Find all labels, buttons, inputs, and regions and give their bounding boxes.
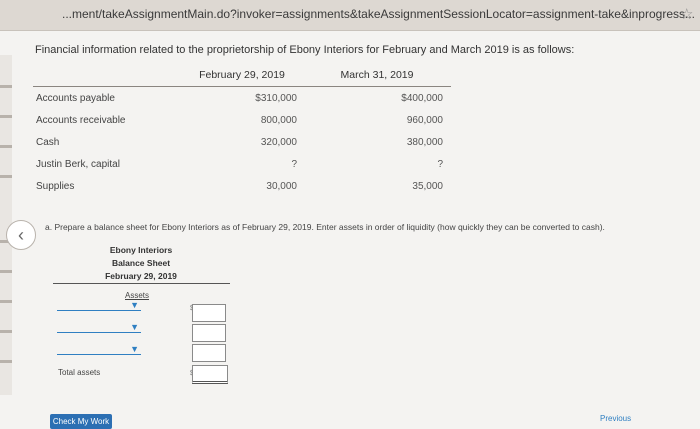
dropdown-arrow-icon: ▼ xyxy=(130,344,139,354)
bookmark-star-icon[interactable]: ☆ xyxy=(680,5,693,23)
total-assets-input[interactable] xyxy=(192,365,228,384)
row-label: Justin Berk, capital xyxy=(36,158,120,170)
dropdown-arrow-icon: ▼ xyxy=(130,300,139,310)
check-my-work-button[interactable]: Check My Work xyxy=(50,414,112,429)
rail-line xyxy=(0,85,12,88)
table-row: Accounts payable $310,000 $400,000 xyxy=(33,87,451,110)
assets-heading: Assets xyxy=(125,291,150,300)
mar-value: 960,000 xyxy=(406,114,443,126)
mar-value: ? xyxy=(437,158,443,170)
header-rule xyxy=(53,283,230,284)
rail-line xyxy=(0,330,12,333)
asset-dropdown-3[interactable]: ▼ xyxy=(57,344,141,355)
balance-sheet-company: Ebony Interiors xyxy=(109,245,173,255)
mar-value: 380,000 xyxy=(406,136,443,148)
chevron-left-icon: ‹ xyxy=(18,224,24,245)
mar-value: 35,000 xyxy=(412,180,443,192)
row-label: Supplies xyxy=(36,180,75,192)
feb-value: $310,000 xyxy=(255,92,297,104)
table-row: Cash 320,000 380,000 xyxy=(33,131,451,153)
question-text: a. Prepare a balance sheet for Ebony Int… xyxy=(45,222,605,232)
column-header-mar: March 31, 2019 xyxy=(303,64,451,87)
column-header-feb: February 29, 2019 xyxy=(181,64,303,87)
mar-value: $400,000 xyxy=(401,92,443,104)
browser-address-bar[interactable]: ...ment/takeAssignmentMain.do?invoker=as… xyxy=(0,0,700,31)
table-row: Justin Berk, capital ? ? xyxy=(33,153,451,175)
rail-line xyxy=(0,175,12,178)
feb-value: 30,000 xyxy=(266,180,297,192)
back-arrow-button[interactable]: ‹ xyxy=(6,220,36,250)
row-label: Accounts receivable xyxy=(36,114,126,126)
balance-sheet-title: Balance Sheet xyxy=(111,258,171,268)
total-assets-label: Total assets xyxy=(58,368,101,377)
feb-value: 800,000 xyxy=(260,114,297,126)
previous-button[interactable]: Previous xyxy=(600,414,631,423)
dropdown-arrow-icon: ▼ xyxy=(130,322,139,332)
intro-text: Financial information related to the pro… xyxy=(35,44,575,56)
financial-table: February 29, 2019 March 31, 2019 Account… xyxy=(33,64,451,197)
rail-line xyxy=(0,145,12,148)
asset-dropdown-1[interactable]: ▼ xyxy=(57,300,141,311)
row-label: Cash xyxy=(36,136,60,148)
row-label: Accounts payable xyxy=(36,92,115,104)
asset-amount-input-1[interactable] xyxy=(192,304,226,322)
asset-dropdown-2[interactable]: ▼ xyxy=(57,322,141,333)
rail-line xyxy=(0,300,12,303)
url-text[interactable]: ...ment/takeAssignmentMain.do?invoker=as… xyxy=(62,7,695,21)
rail-line xyxy=(0,115,12,118)
asset-amount-input-2[interactable] xyxy=(192,324,226,342)
rail-line xyxy=(0,360,12,363)
asset-amount-input-3[interactable] xyxy=(192,344,226,362)
rail-line xyxy=(0,270,12,273)
table-row: Supplies 30,000 35,000 xyxy=(33,175,451,197)
table-row: Accounts receivable 800,000 960,000 xyxy=(33,109,451,131)
balance-sheet-date: February 29, 2019 xyxy=(105,271,177,281)
feb-value: 320,000 xyxy=(260,136,297,148)
feb-value: ? xyxy=(291,158,297,170)
table-header-row: February 29, 2019 March 31, 2019 xyxy=(33,64,451,87)
